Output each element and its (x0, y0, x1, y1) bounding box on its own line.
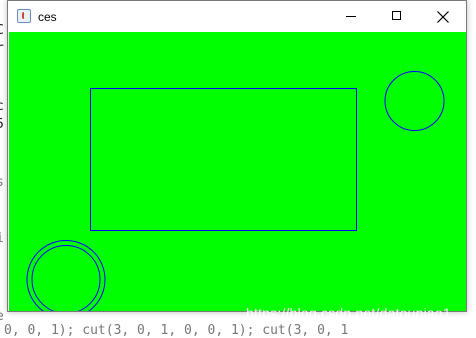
close-icon (437, 11, 449, 23)
code-fragment: 5 (0, 118, 4, 132)
java-cup-icon (17, 9, 31, 23)
circle-shape (384, 71, 445, 131)
minimize-button[interactable] (328, 1, 374, 32)
code-fragment: c (0, 100, 4, 114)
rectangle-shape (90, 88, 357, 231)
watermark-text: https://blog.csdn.net/datouniao1 (246, 305, 451, 321)
maximize-button[interactable] (374, 1, 420, 32)
shapes-layer (26, 71, 445, 311)
inner-ring-shape (31, 245, 101, 311)
drawing-canvas[interactable] (9, 32, 466, 311)
close-button[interactable] (420, 1, 466, 32)
app-window: ces (7, 0, 467, 312)
window-title: ces (38, 10, 57, 24)
code-fragment: 0, 0, 1); cut(3, 0, 1, 0, 0, 1); cut(3, … (4, 323, 349, 338)
code-fragment: C (0, 24, 4, 38)
code-fragment: i (0, 232, 4, 246)
code-fragment: s (0, 176, 4, 190)
title-bar[interactable]: ces (8, 1, 466, 32)
code-fragment: r (0, 42, 4, 56)
code-fragment: e (0, 310, 4, 324)
